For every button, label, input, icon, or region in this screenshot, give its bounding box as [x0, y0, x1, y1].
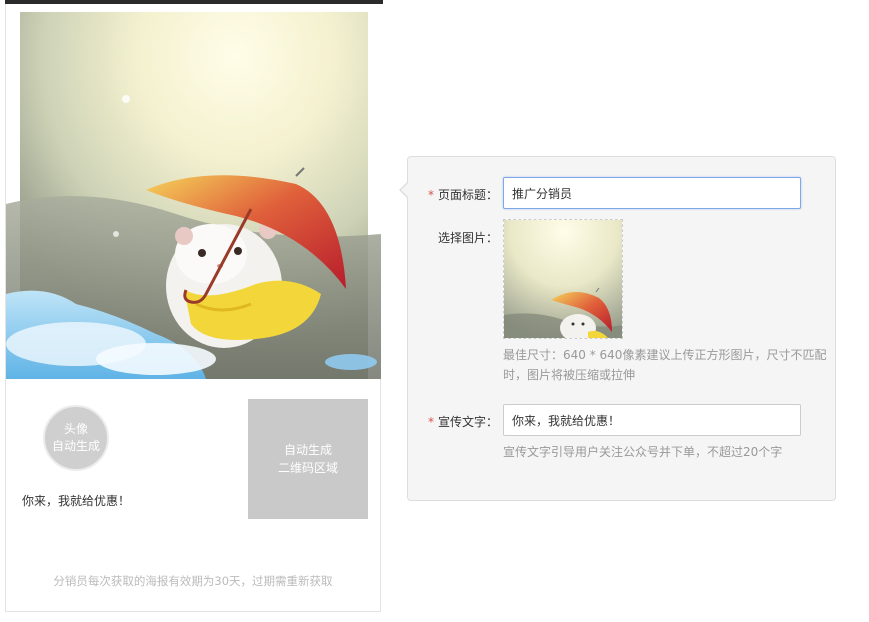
promo-text-hint: 宣传文字引导用户关注公众号并下单，不超过20个字 — [503, 445, 783, 459]
promo-text-label-text: 宣传文字： — [437, 415, 498, 429]
poster-preview: 头像 自动生成 你来，我就给优惠！ 自动生成 二维码区域 分销员每次获取的海报有… — [5, 0, 383, 612]
qrcode-label-line1: 自动生成 — [283, 443, 332, 457]
required-mark: * — [427, 188, 434, 202]
image-label: 选择图片： — [408, 229, 498, 246]
image-upload-thumbnail[interactable] — [503, 219, 623, 339]
page-title-label: * 页面标题： — [408, 186, 498, 203]
preview-promo-text: 你来，我就给优惠！ — [22, 494, 131, 508]
promo-text-input-value: 你来，我就给优惠！ — [512, 413, 621, 428]
avatar-placeholder: 头像 自动生成 — [43, 405, 109, 471]
poster-settings-panel: * 页面标题： 推广分销员 选择图片： 最佳尺寸：640 * 640像素建议上传… — [399, 156, 836, 501]
image-label-text: 选择图片： — [437, 231, 498, 245]
panel-pointer-arrow-fill — [401, 183, 408, 197]
avatar-label-line1: 头像 — [63, 422, 88, 436]
page-title-input[interactable]: 推广分销员 — [503, 177, 801, 209]
promo-text-label: * 宣传文字： — [408, 413, 498, 430]
validity-note: 分销员每次获取的海报有效期为30天，过期需重新获取 — [53, 574, 333, 588]
qrcode-placeholder: 自动生成 二维码区域 — [248, 399, 368, 519]
page-title-input-value: 推广分销员 — [512, 186, 573, 201]
promo-text-input[interactable]: 你来，我就给优惠！ — [503, 404, 801, 436]
required-mark: * — [427, 415, 434, 429]
poster-image — [6, 4, 381, 379]
qrcode-label-line2: 二维码区域 — [277, 461, 338, 475]
avatar-label-line2: 自动生成 — [51, 439, 100, 453]
image-size-hint: 最佳尺寸：640 * 640像素建议上传正方形图片，尺寸不匹配时，图片将被压缩或… — [503, 348, 827, 382]
page-title-label-text: 页面标题： — [437, 188, 498, 202]
